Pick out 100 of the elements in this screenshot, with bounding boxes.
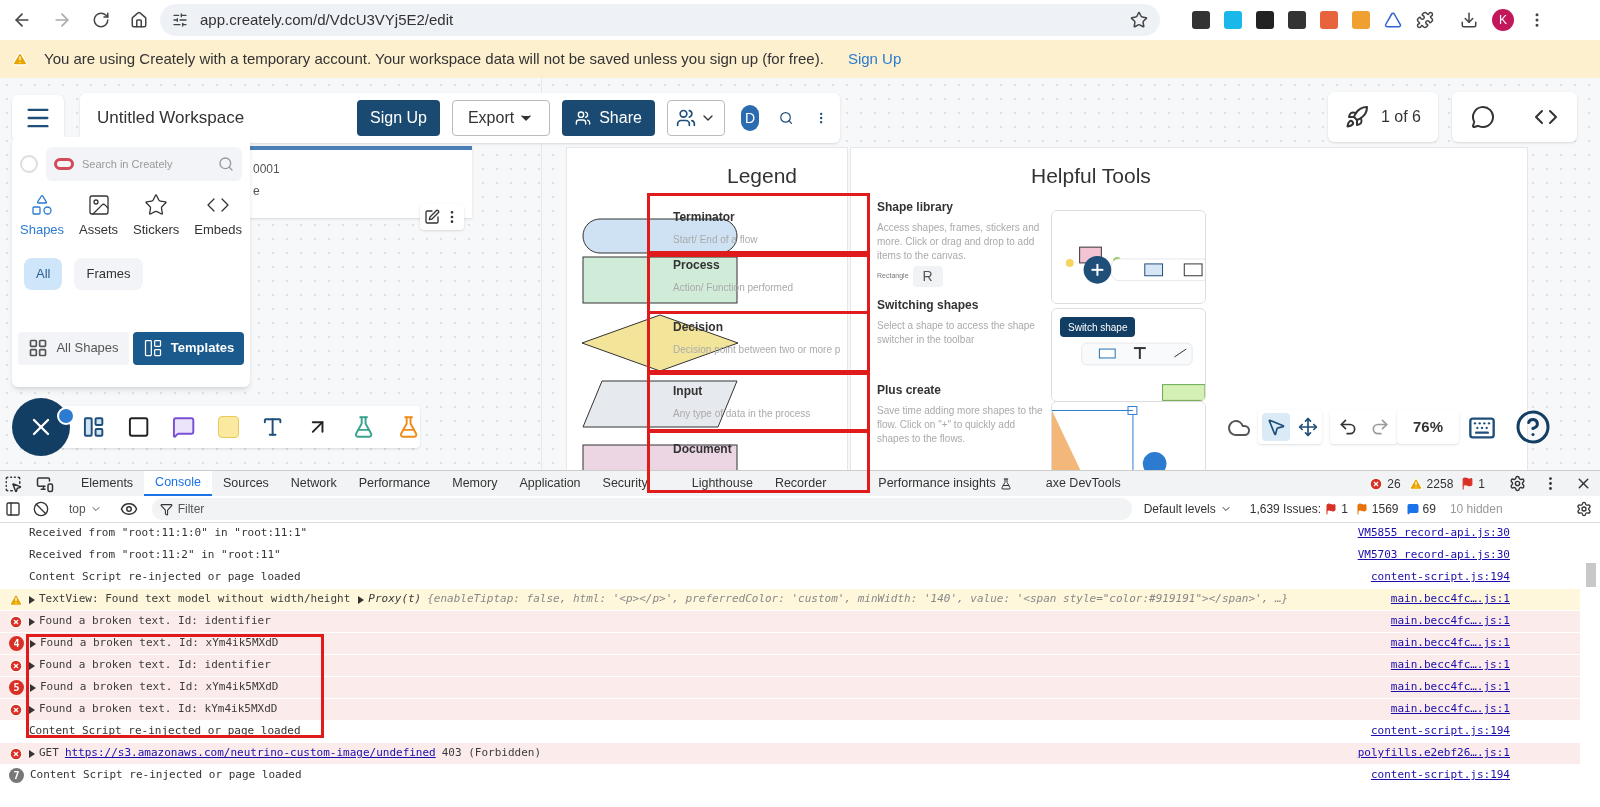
- settings-icon[interactable]: [1576, 501, 1592, 517]
- pan-icon[interactable]: [1298, 417, 1318, 437]
- redo-icon[interactable]: [1370, 417, 1390, 437]
- devtools-tab[interactable]: Sources: [212, 471, 280, 496]
- tool-description: Access shapes, frames, stickers and more. Click or drag and drop to add items to the canvas.: [877, 221, 1041, 263]
- edit-icon[interactable]: [424, 209, 440, 225]
- devtools-tab[interactable]: Console: [144, 471, 212, 496]
- expand-icon[interactable]: [29, 661, 35, 670]
- triangle-icon[interactable]: [1384, 11, 1402, 29]
- search-field[interactable]: Search in Creately: [46, 147, 242, 181]
- logo-icon: [20, 155, 38, 173]
- main-menu-button[interactable]: [12, 95, 64, 141]
- extension-icon[interactable]: [1288, 11, 1306, 29]
- profile-avatar[interactable]: K: [1492, 9, 1514, 31]
- bookmark-icon[interactable]: [1130, 11, 1148, 29]
- source-link[interactable]: content-script.js:194: [1370, 767, 1510, 784]
- site-settings-icon[interactable]: [172, 12, 188, 28]
- devtools-tab[interactable]: Recorder: [763, 471, 838, 496]
- helpful-tools-title: Helpful Tools: [1031, 163, 1151, 189]
- clear-console-icon[interactable]: [33, 501, 49, 517]
- presentation-button[interactable]: 1 of 6: [1328, 92, 1438, 142]
- panel-mode-button[interactable]: All Shapes: [18, 331, 129, 365]
- sign-up-button[interactable]: Sign Up: [357, 100, 440, 136]
- settings-icon[interactable]: [1509, 475, 1526, 492]
- undo-icon[interactable]: [1338, 417, 1358, 437]
- filter-chip[interactable]: Frames: [74, 257, 143, 290]
- expand-icon[interactable]: [30, 683, 36, 692]
- export-button[interactable]: Export: [451, 100, 551, 136]
- extensions-icon[interactable]: [1416, 11, 1434, 29]
- filter-icon: [159, 503, 173, 516]
- source-link[interactable]: main.becc4fc….js:1: [1390, 679, 1510, 696]
- select-tool[interactable]: [1262, 413, 1290, 441]
- log-levels-dropdown[interactable]: Default levels: [1143, 500, 1232, 518]
- message-icon: [1406, 503, 1419, 515]
- devtools-tab[interactable]: Elements: [70, 471, 145, 496]
- zoom-level[interactable]: 76%: [1397, 410, 1459, 444]
- help-icon[interactable]: [1515, 409, 1551, 445]
- source-link[interactable]: VM5703 record-api.js:30: [1357, 547, 1510, 564]
- devtools-tab[interactable]: Memory: [441, 471, 509, 496]
- device-icon[interactable]: [36, 474, 54, 493]
- error-icon: [9, 702, 23, 717]
- source-link[interactable]: main.becc4fc….js:1: [1390, 635, 1510, 652]
- devtools-tab[interactable]: Application: [508, 471, 592, 496]
- library-tab[interactable]: Assets: [79, 193, 119, 240]
- devtools-tab[interactable]: Security: [591, 471, 659, 496]
- inspect-icon[interactable]: [4, 474, 22, 493]
- sidebar-icon[interactable]: [5, 501, 21, 517]
- library-tab[interactable]: Embeds: [194, 193, 242, 240]
- legend-item-name: Process: [673, 257, 720, 274]
- eye-icon[interactable]: [119, 500, 138, 518]
- request-url-link[interactable]: https://s3.amazonaws.com/neutrino-custom-image/undefined: [64, 745, 436, 762]
- devtools-tab[interactable]: Performance insights: [867, 471, 1023, 496]
- error-count: 26: [1387, 475, 1401, 493]
- comment-icon[interactable]: [1471, 105, 1496, 129]
- expand-icon[interactable]: [29, 749, 35, 758]
- context-selector[interactable]: top: [69, 500, 102, 518]
- source-link[interactable]: content-script.js:194: [1370, 569, 1510, 586]
- reload-icon[interactable]: [92, 11, 110, 29]
- source-link[interactable]: main.becc4fc….js:1: [1390, 591, 1510, 608]
- expand-icon[interactable]: [30, 639, 36, 648]
- user-avatar[interactable]: D: [740, 105, 760, 131]
- home-icon[interactable]: [130, 11, 148, 29]
- rectangle-icon[interactable]: [127, 415, 151, 439]
- workspace-title[interactable]: Untitled Workspace: [97, 105, 349, 131]
- expand-icon[interactable]: [29, 617, 35, 626]
- extension-icon[interactable]: [1256, 11, 1274, 29]
- panel-mode-button[interactable]: Templates: [133, 331, 244, 365]
- library-tab[interactable]: Shapes: [20, 193, 65, 240]
- legend-item-description: Decision point between two or more p: [673, 343, 841, 357]
- source-link[interactable]: main.becc4fc….js:1: [1390, 613, 1510, 630]
- close-button[interactable]: [12, 398, 70, 456]
- frame-icon[interactable]: [82, 415, 106, 439]
- repeat-count: 4: [9, 636, 24, 651]
- expand-icon[interactable]: [29, 595, 35, 604]
- legend-item-name: Input: [673, 383, 703, 400]
- expand-icon[interactable]: [29, 705, 35, 714]
- devtools-tab[interactable]: Network: [279, 471, 348, 496]
- source-link[interactable]: main.becc4fc….js:1: [1390, 657, 1510, 674]
- share-button[interactable]: Share: [562, 100, 655, 136]
- source-link[interactable]: main.becc4fc….js:1: [1390, 701, 1510, 718]
- devtools-tab[interactable]: Performance: [347, 471, 442, 496]
- devtools-tab[interactable]: axe DevTools: [1034, 471, 1132, 496]
- library-tab[interactable]: Stickers: [133, 193, 180, 240]
- filter-field[interactable]: Filter: [151, 498, 1132, 520]
- devtools-tab[interactable]: Lighthouse: [680, 471, 764, 496]
- grid-icon: [28, 338, 49, 358]
- source-link[interactable]: content-script.js:194: [1370, 723, 1510, 740]
- collaborators-button[interactable]: [666, 100, 725, 136]
- sign-up-link[interactable]: Sign Up: [847, 47, 902, 71]
- message-text: Received from "root:11:1:0" in "root:11:1": [29, 525, 308, 542]
- address-bar[interactable]: app.creately.com/d/VdcU3VYj5E2/edit: [160, 4, 1160, 36]
- warning-icon: [9, 592, 23, 607]
- source-link[interactable]: VM5855 record-api.js:30: [1357, 525, 1510, 542]
- expand-icon[interactable]: [358, 595, 365, 604]
- search-icon: [218, 156, 234, 172]
- download-icon[interactable]: [1460, 11, 1478, 29]
- filter-chip[interactable]: All: [24, 257, 63, 290]
- message-text: GET: [39, 745, 59, 762]
- source-link[interactable]: polyfills.e2ebf26….js:1: [1357, 745, 1510, 762]
- extension-icon[interactable]: [1192, 11, 1210, 29]
